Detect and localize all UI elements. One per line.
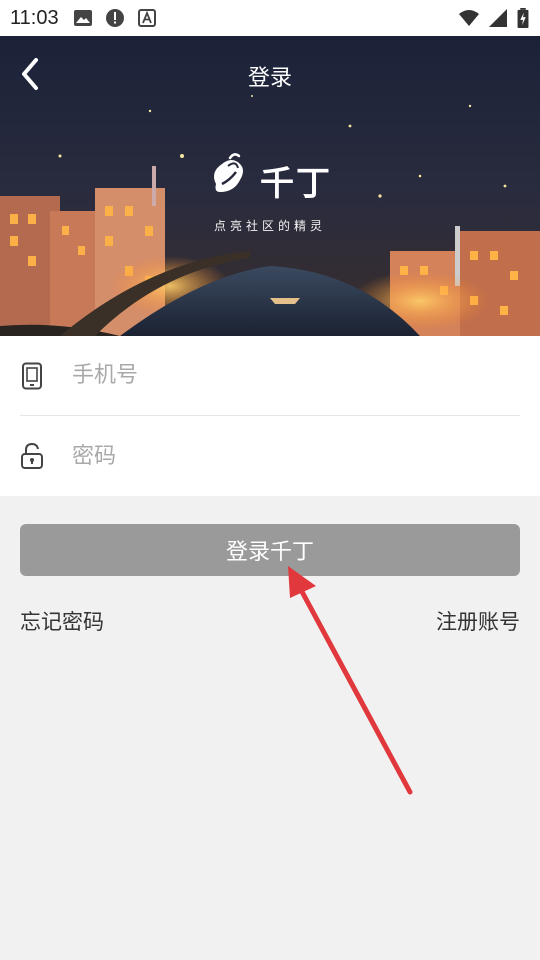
signal-icon xyxy=(489,9,507,27)
wifi-icon xyxy=(459,10,479,26)
login-button[interactable]: 登录千丁 xyxy=(20,524,520,576)
register-link[interactable]: 注册账号 xyxy=(436,606,520,636)
forgot-password-link[interactable]: 忘记密码 xyxy=(20,606,104,636)
brand-name: 千丁 xyxy=(260,164,332,204)
header-banner: 登录 千丁 点亮社区的精灵 xyxy=(0,36,540,336)
status-bar: 11:03 xyxy=(0,0,540,36)
app-logo: 千丁 xyxy=(206,150,336,206)
phone-input[interactable] xyxy=(72,363,472,388)
unlock-icon xyxy=(21,442,43,469)
a-icon xyxy=(137,9,156,27)
password-row xyxy=(20,416,520,496)
status-right-icons xyxy=(458,8,530,28)
phone-row xyxy=(20,336,520,416)
login-form xyxy=(0,336,540,496)
password-input[interactable] xyxy=(72,443,472,469)
brand-slogan: 点亮社区的精灵 xyxy=(213,219,326,233)
image-icon xyxy=(73,10,92,26)
page-title: 登录 xyxy=(247,66,292,91)
battery-charging-icon xyxy=(517,8,529,28)
status-left-icons xyxy=(73,8,157,28)
alert-icon xyxy=(105,9,124,27)
status-time: 11:03 xyxy=(10,6,59,29)
phone-icon xyxy=(22,362,42,389)
